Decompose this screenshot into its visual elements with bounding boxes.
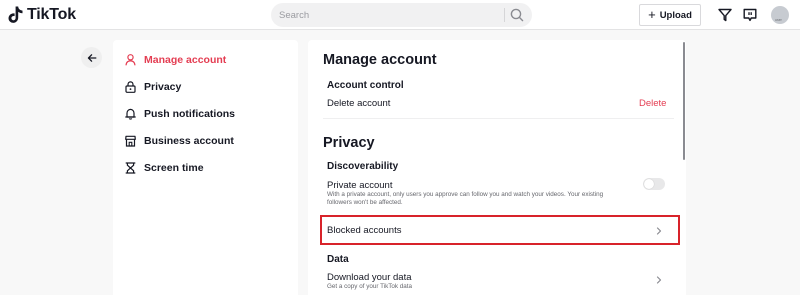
toggle-knob	[644, 179, 654, 189]
private-account-description: With a private account, only users you a…	[327, 191, 604, 207]
upload-label: Upload	[659, 9, 692, 21]
discoverability-heading: Discoverability	[327, 161, 399, 172]
private-account-label: Private account	[327, 180, 393, 191]
sidebar-item-label: Business account	[144, 135, 234, 147]
search-bar	[271, 3, 532, 27]
scrollbar-thumb[interactable]	[683, 42, 685, 160]
top-header: TikTok + Upload user	[0, 0, 800, 30]
sidebar-item-screen-time[interactable]: Screen time	[125, 161, 204, 175]
hourglass-icon	[125, 162, 136, 174]
search-divider	[504, 8, 505, 22]
inbox-icon[interactable]	[742, 7, 758, 23]
arrow-left-icon	[87, 53, 96, 62]
bell-icon	[125, 108, 136, 120]
avatar-tag: user	[775, 18, 782, 22]
chevron-right-icon[interactable]	[655, 276, 663, 284]
settings-main-panel: Manage account Account control Delete ac…	[308, 40, 686, 295]
back-button[interactable]	[81, 47, 102, 68]
logo-text: TikTok	[27, 6, 76, 23]
delete-account-label: Delete account	[327, 98, 391, 109]
data-heading: Data	[327, 254, 349, 265]
sidebar-item-business-account[interactable]: Business account	[125, 134, 234, 148]
sidebar-item-label: Privacy	[144, 81, 182, 93]
manage-account-heading: Manage account	[323, 52, 437, 68]
blocked-accounts-highlight	[320, 215, 680, 245]
filter-send-icon[interactable]	[717, 7, 733, 23]
avatar[interactable]: user	[771, 6, 789, 24]
sidebar-item-label: Screen time	[144, 162, 204, 174]
person-icon	[125, 54, 136, 66]
plus-icon: +	[648, 7, 656, 22]
privacy-heading: Privacy	[323, 135, 375, 151]
tiktok-logo-icon	[8, 6, 23, 23]
account-control-heading: Account control	[327, 80, 404, 91]
settings-sidebar: Manage account Privacy Push notification…	[113, 40, 298, 295]
private-account-toggle[interactable]	[643, 178, 665, 190]
search-input[interactable]	[279, 3, 501, 27]
sidebar-item-label: Manage account	[144, 54, 227, 66]
delete-account-button[interactable]: Delete	[639, 98, 666, 109]
lock-icon	[125, 81, 136, 93]
sidebar-item-push-notifications[interactable]: Push notifications	[125, 107, 235, 121]
sidebar-item-label: Push notifications	[144, 108, 236, 120]
store-icon	[125, 135, 136, 147]
tiktok-logo[interactable]: TikTok	[8, 5, 76, 25]
sidebar-item-manage-account[interactable]: Manage account	[125, 53, 226, 67]
download-data-description: Get a copy of your TikTok data	[327, 283, 413, 290]
section-divider	[323, 118, 674, 119]
download-data-label[interactable]: Download your data	[327, 272, 412, 283]
sidebar-item-privacy[interactable]: Privacy	[125, 80, 181, 94]
upload-button[interactable]: + Upload	[639, 4, 701, 26]
search-icon[interactable]	[509, 7, 525, 23]
